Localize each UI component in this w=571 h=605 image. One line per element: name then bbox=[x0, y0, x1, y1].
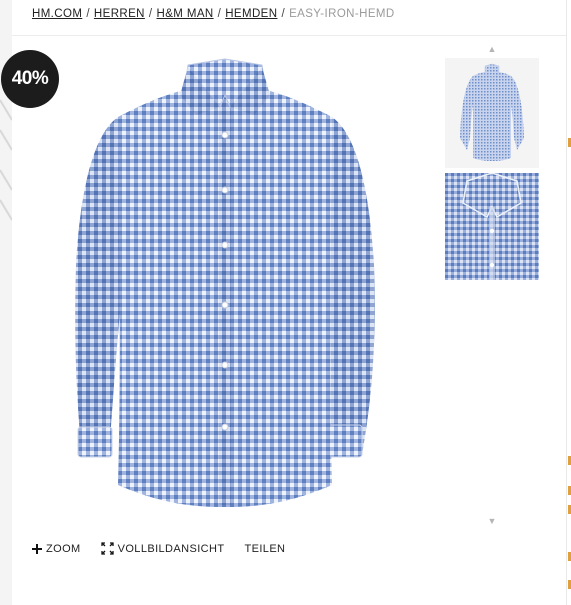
right-edge-panel bbox=[566, 0, 571, 605]
thumbnail-image bbox=[445, 173, 539, 280]
thumbnail-image bbox=[445, 58, 539, 168]
image-tools: ZOOM VOLLBILDANSICHT TEILEN bbox=[32, 542, 305, 555]
divider bbox=[566, 0, 567, 605]
breadcrumb-link-herren[interactable]: HERREN bbox=[94, 8, 145, 20]
breadcrumb-separator: / bbox=[86, 8, 90, 20]
chevron-up-icon[interactable]: ▲ bbox=[487, 45, 497, 54]
breadcrumb-separator: / bbox=[148, 8, 153, 20]
plus-icon bbox=[32, 543, 42, 554]
breadcrumb-current: EASY-IRON-HEMD bbox=[289, 8, 395, 20]
breadcrumb-separator: / bbox=[217, 8, 222, 20]
share-button[interactable]: TEILEN bbox=[244, 543, 285, 555]
breadcrumb-link-hm-man[interactable]: H&M MAN bbox=[157, 8, 214, 20]
fullscreen-label: VOLLBILDANSICHT bbox=[117, 542, 225, 555]
breadcrumb: HM.COM / HERREN / H&M MAN / HEMDEN / EASY-IRON-H… bbox=[32, 8, 395, 20]
breadcrumb-separator: / bbox=[281, 8, 286, 20]
chevron-down-icon[interactable]: ▼ bbox=[487, 517, 497, 526]
shirt-illustration bbox=[75, 58, 375, 507]
zoom-button[interactable]: ZOOM bbox=[32, 543, 81, 555]
discount-badge: 40% bbox=[1, 50, 59, 108]
thumbnail-collar-detail[interactable] bbox=[445, 173, 539, 280]
breadcrumb-link-hemden[interactable]: HEMDEN bbox=[225, 8, 277, 20]
thumbnail-column: ▲ ▼ bbox=[443, 40, 539, 530]
fullscreen-button[interactable]: VOLLBILDANSICHT bbox=[100, 542, 225, 555]
share-label: TEILEN bbox=[244, 542, 286, 555]
divider bbox=[12, 35, 567, 36]
breadcrumb-link-hm[interactable]: HM.COM bbox=[32, 8, 82, 20]
thumbnail-full-shirt[interactable] bbox=[445, 58, 539, 168]
product-image-main[interactable] bbox=[70, 55, 380, 520]
expand-icon bbox=[100, 542, 114, 555]
zoom-label: ZOOM bbox=[46, 542, 81, 555]
